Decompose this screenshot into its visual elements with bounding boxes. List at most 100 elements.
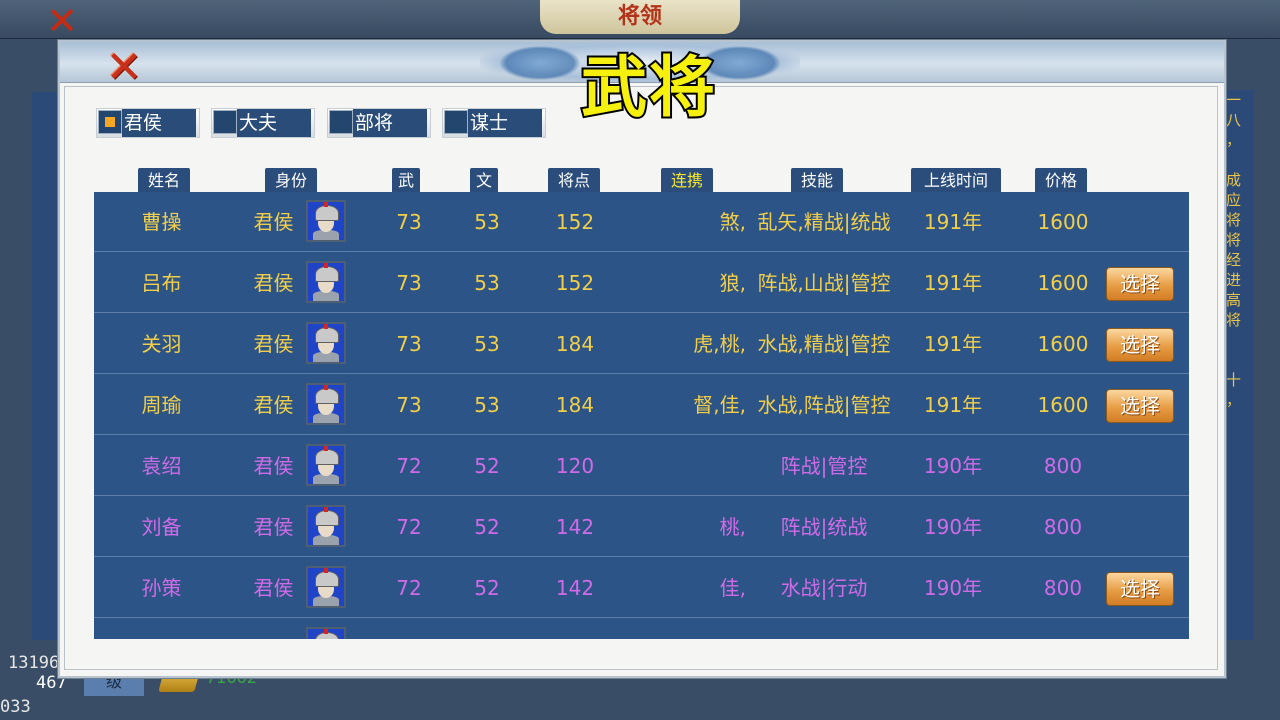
column-header-rank[interactable]: 身份 [265,168,317,194]
column-header-wu[interactable]: 武 [392,168,420,194]
cell-skills: 阵战,山战|管控 [757,271,891,295]
cell-wen: 53 [474,332,500,356]
cell-skills: 阵战|统战 [780,515,868,539]
cell-price: 1600 [1037,393,1089,417]
cell-rank: 君侯 [253,576,294,600]
background-text-char: 将 [1226,231,1242,249]
cell-wen: 52 [474,515,500,539]
cell-rank: 君侯 [253,393,294,417]
cell-points: 142 [555,515,595,539]
cell-points: 120 [555,454,595,478]
cell-skills: 水战,阵战|管控 [757,393,891,417]
filter-moushi[interactable]: 谋士 [442,108,546,138]
select-button[interactable]: 选择 [1106,267,1174,301]
column-header-wen[interactable]: 文 [470,168,498,194]
cell-skills: 水战,精战|管控 [757,332,891,356]
column-header-skills[interactable]: 技能 [791,168,843,194]
background-text-char: ， [1226,391,1242,409]
cell-wu: 73 [396,271,422,295]
column-header-name[interactable]: 姓名 [138,168,190,194]
table-row[interactable] [94,619,1189,639]
table-row[interactable]: 孙策 君侯 72 52 142 佳, 水战|行动 190年 800 选择 [94,558,1189,618]
cell-online: 191年 [923,271,983,295]
filter-label: 大夫 [237,109,311,137]
table-row[interactable]: 关羽 君侯 73 53 184 虎,桃, 水战,精战|管控 191年 1600 选择 [94,314,1189,374]
cell-wen: 52 [474,454,500,478]
general-portrait-icon[interactable] [306,200,346,242]
general-portrait-icon[interactable] [306,444,346,486]
table-row[interactable]: 袁绍 君侯 72 52 120 阵战|管控 190年 800 [94,436,1189,496]
background-text-char [1226,150,1254,170]
column-header-combo[interactable]: 连携 [661,168,713,194]
filter-checkbox-junhou[interactable] [98,110,122,134]
background-text-char: 进 [1226,271,1242,289]
table-row[interactable]: 周瑜 君侯 73 53 184 督,佳, 水战,阵战|管控 191年 1600 选择 [94,375,1189,435]
filter-checkbox-bujiang[interactable] [329,110,353,134]
cell-wu: 73 [396,210,422,234]
cell-wu: 73 [396,332,422,356]
filter-bujiang[interactable]: 部将 [327,108,431,138]
background-text-char: 成 [1226,171,1242,189]
cell-wu: 72 [396,515,422,539]
general-portrait-icon[interactable] [306,566,346,608]
cell-name: 刘备 [141,515,182,539]
cell-price: 800 [1043,515,1083,539]
filter-checkbox-moushi[interactable] [444,110,468,134]
filter-junhou[interactable]: 君侯 [96,108,200,138]
cell-name: 周瑜 [141,393,182,417]
cell-name: 孙策 [141,576,182,600]
cell-name: 曹操 [141,210,182,234]
cell-price: 1600 [1037,271,1089,295]
cell-price: 1600 [1037,332,1089,356]
column-header-points[interactable]: 将点 [548,168,600,194]
cell-points: 152 [555,271,595,295]
cell-rank: 君侯 [253,210,294,234]
general-portrait-icon[interactable] [306,322,346,364]
background-text-char [1226,350,1254,370]
cell-wu: 72 [396,576,422,600]
filter-label: 君侯 [122,109,196,137]
filter-checkbox-dafu[interactable] [213,110,237,134]
cell-price: 1600 [1037,210,1089,234]
table-row[interactable]: 吕布 君侯 73 53 152 狼, 阵战,山战|管控 191年 1600 选择 [94,253,1189,313]
general-portrait-icon[interactable] [306,261,346,303]
table-row[interactable]: 刘备 君侯 72 52 142 桃, 阵战|统战 190年 800 [94,497,1189,557]
background-text-char: 十 [1226,371,1242,389]
cell-skills: 阵战|管控 [780,454,868,478]
cell-wu: 73 [396,393,422,417]
close-icon[interactable]: ✕ [102,46,146,90]
background-title: 将领 [540,0,740,34]
cell-points: 142 [555,576,595,600]
background-text-char: 一 [1226,91,1242,109]
background-close-icon[interactable]: ✕ [42,2,82,40]
general-portrait-icon[interactable] [306,383,346,425]
cell-rank: 君侯 [253,454,294,478]
column-header-online[interactable]: 上线时间 [911,168,1001,194]
cell-skills: 乱矢,精战|统战 [757,210,891,234]
cell-wen: 53 [474,271,500,295]
select-button[interactable]: 选择 [1106,328,1174,362]
background-text-char: ， [1226,131,1242,149]
select-button[interactable]: 选择 [1106,389,1174,423]
cell-online: 191年 [923,393,983,417]
cell-rank: 君侯 [253,515,294,539]
cell-points: 152 [555,210,595,234]
select-button[interactable]: 选择 [1106,572,1174,606]
background-text-char: 将 [1226,311,1242,329]
background-right-panel: 一八，成应将将经进高将十， [1222,90,1254,640]
table-row[interactable]: 曹操 君侯 73 53 152 煞, 乱矢,精战|统战 191年 1600 [94,192,1189,252]
cell-skills: 水战|行动 [780,576,868,600]
general-portrait-icon[interactable] [306,627,346,639]
background-number-1: 13196 [8,653,60,673]
background-text-char: 经 [1226,251,1242,269]
general-portrait-icon[interactable] [306,505,346,547]
cell-wen: 52 [474,576,500,600]
column-header-price[interactable]: 价格 [1035,168,1087,194]
generals-table: 曹操 君侯 73 53 152 煞, 乱矢,精战|统战 191年 1600 吕布 君侯 73 53 152… [94,192,1189,639]
cell-online: 191年 [923,332,983,356]
cell-name: 吕布 [141,271,182,295]
filter-dafu[interactable]: 大夫 [211,108,315,138]
cell-name: 关羽 [141,332,182,356]
cell-points: 184 [555,393,595,417]
background-text-char: 高 [1226,291,1242,309]
